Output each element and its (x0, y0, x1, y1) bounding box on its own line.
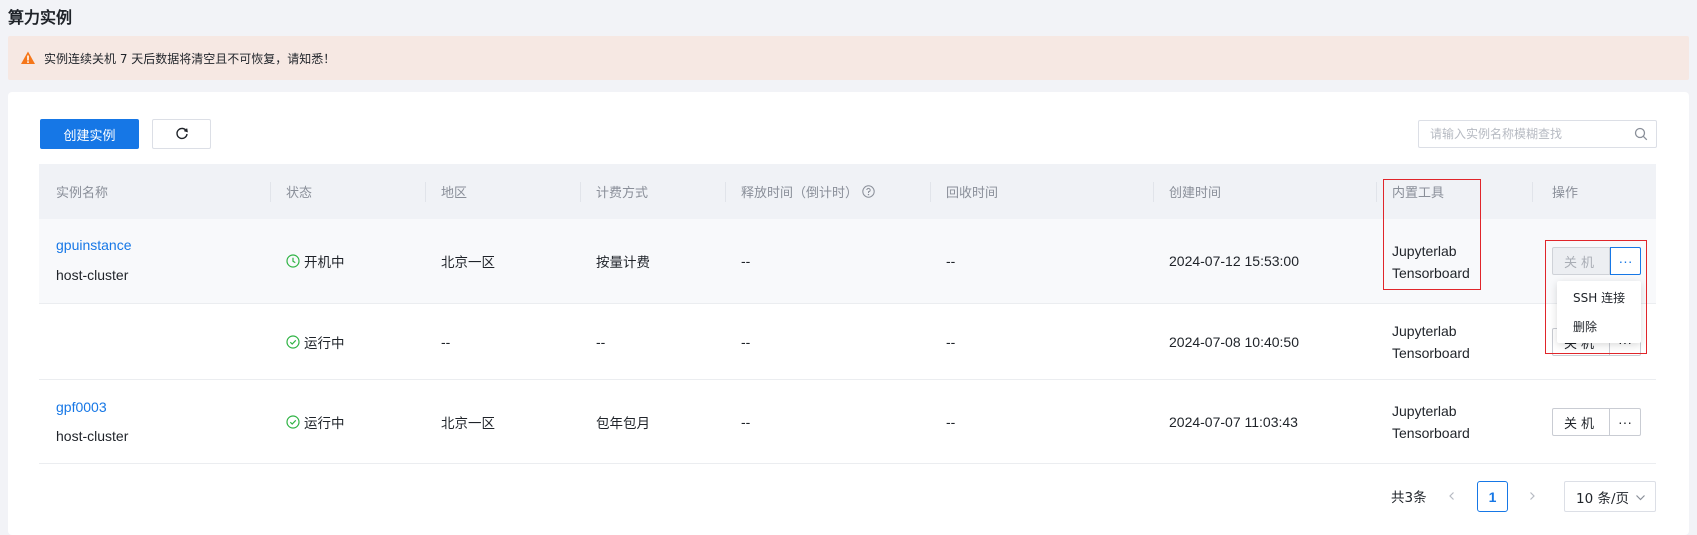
check-circle-icon (286, 415, 300, 429)
pagination-total: 共3条 (1391, 490, 1427, 506)
created-cell: 2024-07-07 11:03:43 (1169, 414, 1298, 430)
chevron-down-icon (1635, 491, 1646, 507)
tools-cell: Jupyterlab Tensorboard (1392, 400, 1470, 444)
release-cell: -- (741, 253, 751, 269)
instance-cluster: host-cluster (56, 428, 129, 444)
alert-banner: 实例连续关机 7 天后数据将清空且不可恢复，请知悉！ (8, 36, 1689, 80)
status-cell: 运行中 (286, 412, 345, 432)
created-cell: 2024-07-08 10:40:50 (1169, 334, 1299, 350)
header-name: 实例名称 (56, 186, 109, 201)
header-release: 释放时间（倒计时） (741, 164, 875, 219)
table-row: 运行中 -- -- -- -- 2024-07-08 10:40:50 Jupy… (39, 304, 1656, 380)
more-actions-dropdown: SSH 连接 删除 (1557, 281, 1641, 343)
release-cell: -- (741, 414, 751, 430)
region-cell: -- (441, 334, 451, 350)
header-tools: 内置工具 (1392, 186, 1445, 201)
billing-cell: -- (596, 334, 606, 350)
check-circle-icon (286, 335, 300, 349)
clock-icon (286, 254, 300, 268)
shutdown-button[interactable]: 关机 (1552, 408, 1610, 436)
page-size-select[interactable]: 10 条/页 (1564, 481, 1656, 512)
search-icon[interactable] (1626, 127, 1656, 141)
refresh-button[interactable] (152, 119, 211, 149)
prev-page-icon[interactable] (1445, 489, 1459, 503)
tools-cell: Jupyterlab Tensorboard (1392, 240, 1470, 284)
release-cell: -- (741, 334, 751, 350)
instance-name-link[interactable]: gpf0003 (56, 397, 107, 417)
help-icon[interactable] (862, 185, 875, 198)
ssh-connect-item[interactable]: SSH 连接 (1557, 283, 1641, 312)
recycle-cell: -- (946, 253, 956, 269)
recycle-cell: -- (946, 414, 956, 430)
header-status: 状态 (286, 186, 313, 201)
tool-tensorboard: Tensorboard (1392, 345, 1470, 361)
header-recycle: 回收时间 (946, 186, 999, 201)
page-size-label: 10 条/页 (1576, 490, 1630, 507)
status-cell: 运行中 (286, 332, 345, 352)
table-header: 实例名称 状态 地区 计费方式 释放时间（倒计时） 回收时间 创建时间 内置工具… (39, 164, 1656, 219)
action-group: 关机 ··· (1552, 247, 1641, 275)
instance-cluster: host-cluster (56, 267, 129, 283)
tool-tensorboard: Tensorboard (1392, 265, 1470, 281)
header-billing: 计费方式 (596, 186, 649, 201)
page-number[interactable]: 1 (1477, 481, 1508, 512)
tool-tensorboard: Tensorboard (1392, 425, 1470, 441)
shutdown-button[interactable]: 关机 (1552, 247, 1610, 275)
status-text: 开机中 (304, 255, 345, 271)
refresh-icon (175, 127, 189, 141)
instance-name-link[interactable]: gpuinstance (56, 235, 132, 255)
table-row: gpuinstance host-cluster 开机中 北京一区 按量计费 -… (39, 219, 1656, 304)
delete-item[interactable]: 删除 (1557, 312, 1641, 341)
search-box[interactable] (1418, 120, 1657, 148)
created-cell: 2024-07-12 15:53:00 (1169, 253, 1299, 269)
tool-jupyterlab: Jupyterlab (1392, 323, 1457, 339)
tool-jupyterlab: Jupyterlab (1392, 403, 1457, 419)
search-input[interactable] (1419, 121, 1626, 147)
alert-text: 实例连续关机 7 天后数据将清空且不可恢复，请知悉！ (44, 51, 336, 66)
more-button[interactable]: ··· (1610, 247, 1641, 275)
billing-cell: 包年包月 (596, 416, 650, 432)
header-release-label: 释放时间（倒计时） (741, 186, 859, 201)
action-group: 关机 ··· (1552, 408, 1641, 436)
header-created: 创建时间 (1169, 186, 1222, 201)
region-cell: 北京一区 (441, 416, 495, 432)
tool-jupyterlab: Jupyterlab (1392, 243, 1457, 259)
status-text: 运行中 (304, 416, 345, 432)
header-region: 地区 (441, 186, 468, 201)
status-text: 运行中 (304, 336, 345, 352)
table-row: gpf0003 host-cluster 运行中 北京一区 包年包月 -- --… (39, 380, 1656, 464)
region-cell: 北京一区 (441, 255, 495, 271)
header-actions: 操作 (1552, 186, 1579, 201)
next-page-icon[interactable] (1525, 489, 1539, 503)
status-cell: 开机中 (286, 251, 345, 271)
more-button[interactable]: ··· (1610, 408, 1641, 436)
tools-cell: Jupyterlab Tensorboard (1392, 320, 1470, 364)
page-title: 算力实例 (8, 8, 73, 27)
billing-cell: 按量计费 (596, 255, 650, 271)
recycle-cell: -- (946, 334, 956, 350)
create-instance-button[interactable]: 创建实例 (40, 119, 139, 149)
warning-icon (20, 50, 36, 66)
